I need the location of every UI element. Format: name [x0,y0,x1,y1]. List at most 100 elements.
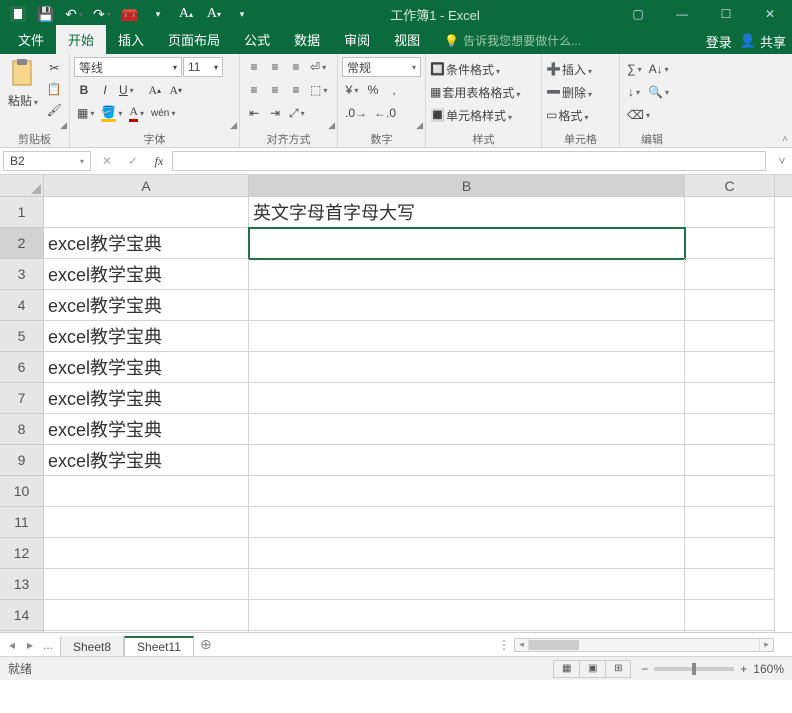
cell-C2[interactable] [685,228,775,259]
cancel-formula-button[interactable]: ✕ [94,148,120,174]
cell-C10[interactable] [685,476,775,507]
row-header[interactable]: 12 [0,538,44,569]
font-color-button[interactable]: A [126,103,147,123]
select-all-corner[interactable] [0,175,44,196]
cell-A1[interactable] [44,197,249,228]
cell-A14[interactable] [44,600,249,631]
cell-A11[interactable] [44,507,249,538]
row-header[interactable]: 9 [0,445,44,476]
sheet-nav-next-icon[interactable]: ▸ [22,638,38,652]
tab-formulas[interactable]: 公式 [232,25,282,54]
align-right-button[interactable]: ≡ [286,80,306,100]
cell-B4[interactable] [249,290,685,321]
maximize-button[interactable]: ☐ [704,0,748,28]
tab-file[interactable]: 文件 [6,25,56,54]
cell-C12[interactable] [685,538,775,569]
collapse-ribbon-icon[interactable]: ˄ [782,134,788,145]
qat-overflow-icon[interactable]: ▾ [230,2,254,26]
cell-A7[interactable]: excel教学宝典 [44,383,249,414]
comma-button[interactable]: , [384,80,404,100]
cell-B1[interactable]: 英文字母首字母大写 [249,197,685,228]
cell-B14[interactable] [249,600,685,631]
cell-A5[interactable]: excel教学宝典 [44,321,249,352]
redo-button[interactable]: ↷ [90,2,114,26]
delete-cells-button[interactable]: ➖删除 [546,81,592,103]
cell-A9[interactable]: excel教学宝典 [44,445,249,476]
undo-button[interactable]: ↶ [62,2,86,26]
align-middle-button[interactable]: ≡ [265,57,285,77]
cell-C14[interactable] [685,600,775,631]
font-size-combo[interactable]: 11▾ [183,57,223,77]
font-name-combo[interactable]: 等线▾ [74,57,182,77]
sheet-nav-prev-icon[interactable]: ◂ [4,638,20,652]
currency-button[interactable]: ¥ [342,80,362,100]
underline-button[interactable]: U [116,80,137,100]
sheet-nav-ellipsis[interactable]: ... [40,638,56,652]
copy-button[interactable]: 📋 [44,79,65,99]
row-header[interactable]: 14 [0,600,44,631]
new-sheet-button[interactable]: ⊕ [194,636,218,653]
italic-button[interactable]: I [95,80,115,100]
cell-A6[interactable]: excel教学宝典 [44,352,249,383]
cell-C7[interactable] [685,383,775,414]
cell-B2[interactable] [249,228,685,259]
decrease-font-icon[interactable]: A▾ [202,2,226,26]
number-format-combo[interactable]: 常规 [342,57,421,77]
tab-layout[interactable]: 页面布局 [156,25,232,54]
cell-C5[interactable] [685,321,775,352]
paste-button[interactable]: 粘贴 [4,56,42,109]
cell-A3[interactable]: excel教学宝典 [44,259,249,290]
column-header-C[interactable]: C [685,175,775,196]
scroll-right-icon[interactable]: ▸ [759,639,773,651]
row-header[interactable]: 4 [0,290,44,321]
enter-formula-button[interactable]: ✓ [120,148,146,174]
clear-button[interactable]: ⌫ [624,105,653,125]
autosum-button[interactable]: ∑ [624,59,645,79]
cell-B11[interactable] [249,507,685,538]
wrap-text-button[interactable]: ⏎ [307,57,329,77]
column-header-A[interactable]: A [44,175,249,196]
row-header[interactable]: 2 [0,228,44,259]
cell-A10[interactable] [44,476,249,507]
align-launcher-icon[interactable]: ◢ [328,120,335,131]
save-icon[interactable]: 💾 [34,2,58,26]
merge-button[interactable]: ⬚ [307,80,330,100]
zoom-level[interactable]: 160% [753,662,784,676]
horizontal-scrollbar[interactable]: ◂ ▸ [514,638,774,652]
ribbon-display-button[interactable]: ▢ [616,0,660,28]
zoom-in-button[interactable]: + [740,662,747,676]
increase-decimal-button[interactable]: .0→ [342,103,370,123]
row-header[interactable]: 11 [0,507,44,538]
increase-indent-button[interactable]: ⇥ [265,103,285,123]
cell-B7[interactable] [249,383,685,414]
cell-A12[interactable] [44,538,249,569]
formula-input[interactable] [172,151,766,171]
cell-A13[interactable] [44,569,249,600]
scroll-left-icon[interactable]: ◂ [515,639,529,651]
grow-font-button[interactable]: A▴ [145,80,165,100]
row-header[interactable]: 7 [0,383,44,414]
tab-view[interactable]: 视图 [382,25,432,54]
shrink-font-button[interactable]: A▾ [166,80,186,100]
align-left-button[interactable]: ≡ [244,80,264,100]
cell-B3[interactable] [249,259,685,290]
cell-C13[interactable] [685,569,775,600]
font-launcher-icon[interactable]: ◢ [230,120,237,131]
format-cells-button[interactable]: ▭格式 [546,104,592,126]
row-header[interactable]: 1 [0,197,44,228]
cell-C9[interactable] [685,445,775,476]
login-button[interactable]: 登录 [706,32,732,51]
conditional-format-button[interactable]: 🔲条件格式 [430,58,520,80]
cell-A8[interactable]: excel教学宝典 [44,414,249,445]
column-header-B[interactable]: B [249,175,685,196]
cell-B9[interactable] [249,445,685,476]
qat-customize-icon[interactable]: 🧰 [118,2,142,26]
phonetic-button[interactable]: wén [148,103,178,123]
format-as-table-button[interactable]: ▦套用表格格式 [430,81,520,103]
scroll-thumb[interactable] [529,640,579,650]
align-bottom-button[interactable]: ≡ [286,57,306,77]
row-header[interactable]: 13 [0,569,44,600]
align-top-button[interactable]: ≡ [244,57,264,77]
sort-filter-button[interactable]: A↓ [646,59,672,79]
cell-B6[interactable] [249,352,685,383]
